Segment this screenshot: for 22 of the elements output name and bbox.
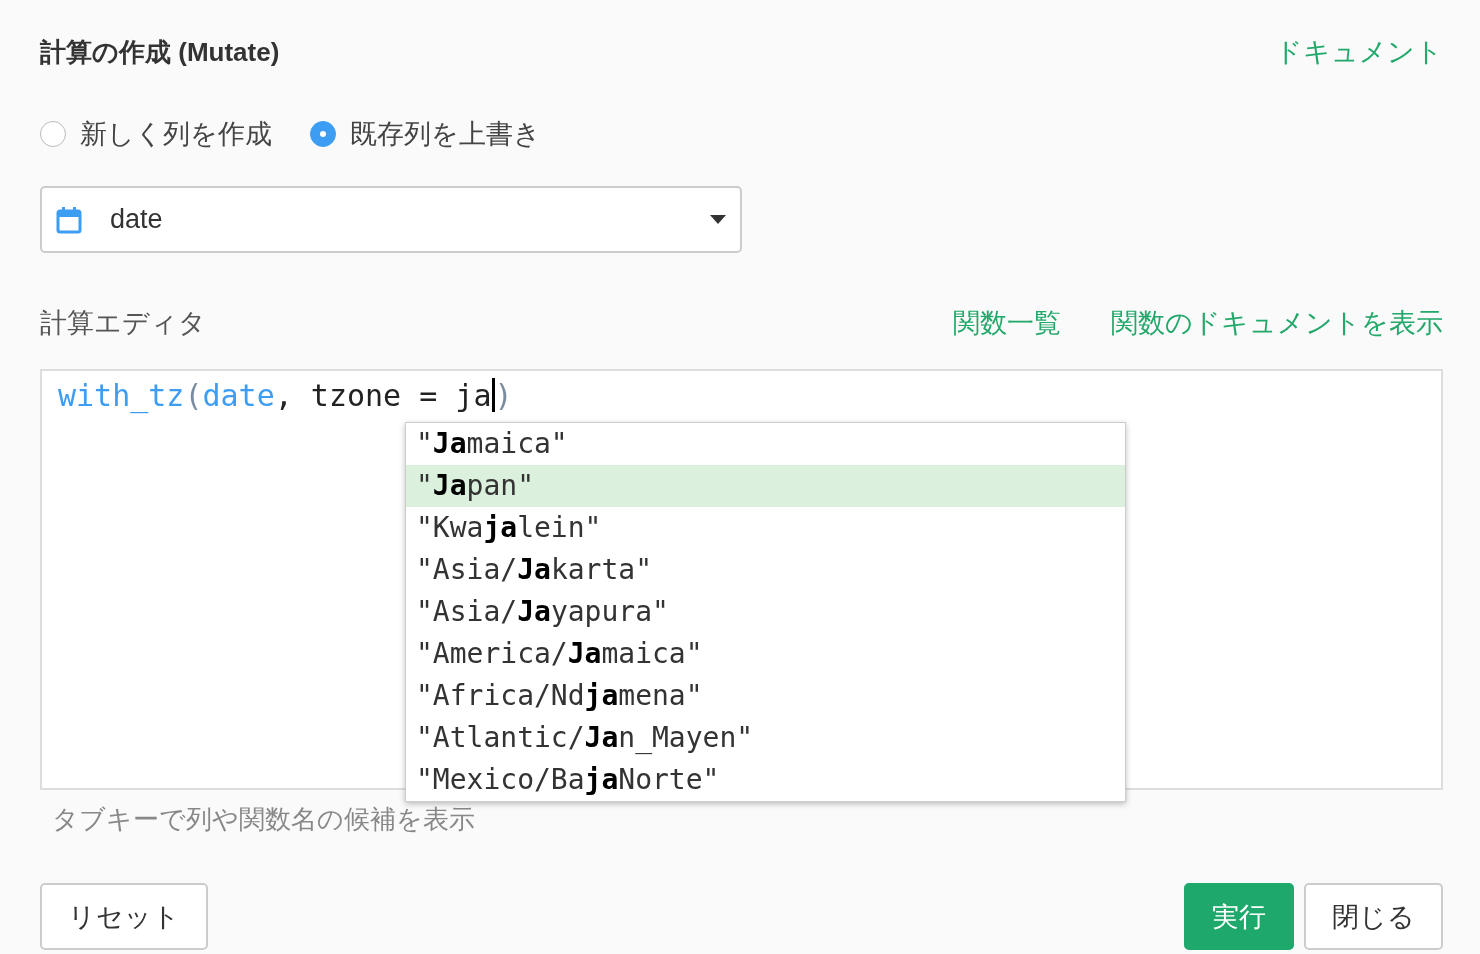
code-line: with_tz(date, tzone = ja)	[57, 377, 513, 416]
suggestion-item[interactable]: "Asia/Jayapura"	[406, 591, 1125, 633]
dialog-title: 計算の作成 (Mutate)	[40, 35, 280, 69]
suggestion-item[interactable]: "Jamaica"	[406, 423, 1125, 465]
radio-label[interactable]: 新しく列を作成	[80, 116, 272, 152]
suggestion-item[interactable]: "Asia/Jakarta"	[406, 549, 1125, 591]
suggestion-item[interactable]: "Japan"	[406, 465, 1125, 507]
suggestion-item[interactable]: "Atlantic/Jan_Mayen"	[406, 717, 1125, 759]
editor-hint: タブキーで列や関数名の候補を表示	[51, 803, 476, 836]
column-select[interactable]: date	[40, 186, 742, 253]
radio-button[interactable]	[310, 121, 336, 147]
suggestion-item[interactable]: "Kwajalein"	[406, 507, 1125, 549]
suggestion-item[interactable]: "Mexico/BajaNorte"	[406, 759, 1125, 801]
caret-icon	[710, 215, 726, 224]
radio-label[interactable]: 既存列を上書き	[350, 116, 541, 152]
suggestion-item[interactable]: "America/Jamaica"	[406, 633, 1125, 675]
close-button[interactable]: 閉じる	[1304, 883, 1443, 950]
radio-button[interactable]	[40, 121, 66, 147]
suggestion-item[interactable]: "Africa/Ndjamena"	[406, 675, 1125, 717]
editor-label: 計算エディタ	[40, 307, 206, 340]
calendar-icon	[56, 205, 82, 234]
reset-button[interactable]: リセット	[40, 883, 208, 950]
